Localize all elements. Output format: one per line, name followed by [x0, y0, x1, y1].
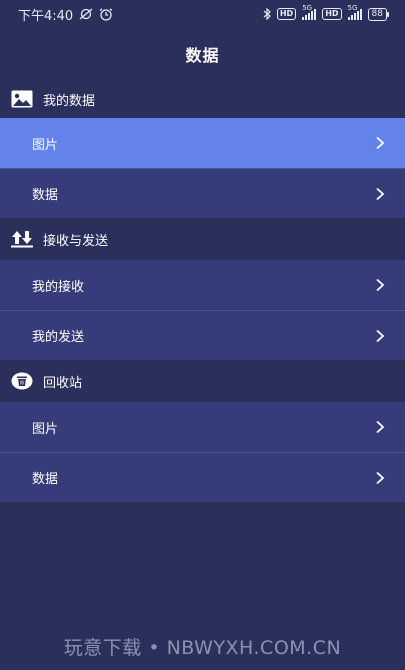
section-recycle-bin: 回收站 图片 数据	[0, 360, 405, 502]
list-item-images[interactable]: 图片	[0, 118, 405, 168]
chevron-right-icon	[375, 420, 385, 434]
list-item-data[interactable]: 数据	[0, 168, 405, 218]
alarm-icon	[99, 7, 113, 21]
chevron-right-icon	[375, 471, 385, 485]
list-item-label: 我的发送	[32, 330, 85, 345]
page-title: 数据	[185, 46, 220, 65]
watermark: 玩意下载 • NBWYXH.COM.CN	[63, 637, 342, 659]
image-icon	[11, 90, 33, 108]
transfer-arrows-icon	[11, 230, 33, 248]
bluetooth-icon	[263, 8, 271, 20]
chevron-right-icon	[375, 187, 385, 201]
chevron-right-icon	[375, 329, 385, 343]
hd-badge: HD	[322, 8, 342, 20]
trash-icon	[11, 372, 33, 390]
chevron-right-icon	[375, 136, 385, 150]
section-title: 我的数据	[43, 93, 96, 109]
status-right: HD 5G HD 5G 88	[263, 4, 390, 21]
list-item-label: 我的接收	[32, 279, 85, 295]
list-item-label: 数据	[32, 472, 59, 487]
list-item-my-received[interactable]: 我的接收	[0, 260, 405, 310]
status-time: 下午4:40	[18, 8, 74, 24]
status-left: 下午4:40	[18, 5, 113, 24]
signal-5g-icon: 5G	[302, 4, 317, 20]
list-item-my-sent[interactable]: 我的发送	[0, 310, 405, 360]
section-my-data: 我的数据 图片 数据	[0, 80, 405, 218]
alarm-off-icon	[79, 8, 93, 20]
section-header: 接收与发送	[0, 218, 405, 260]
section-header: 回收站	[0, 360, 405, 402]
status-bar: 下午4:40 HD 5G HD 5G 88	[0, 0, 405, 28]
list-item-label: 图片	[32, 421, 59, 437]
list-item-label: 图片	[32, 137, 59, 153]
section-title: 回收站	[43, 375, 83, 391]
section-send-receive: 接收与发送 我的接收 我的发送	[0, 218, 405, 360]
signal-5g-icon: 5G	[347, 4, 362, 20]
hd-badge: HD	[276, 8, 297, 20]
section-header: 我的数据	[0, 80, 405, 118]
list-item-recycle-data[interactable]: 数据	[0, 452, 405, 502]
list-item-label: 数据	[32, 188, 59, 203]
chevron-right-icon	[375, 278, 385, 292]
battery-icon: 88	[367, 7, 390, 21]
section-title: 接收与发送	[43, 233, 109, 249]
list-item-recycle-images[interactable]: 图片	[0, 402, 405, 452]
